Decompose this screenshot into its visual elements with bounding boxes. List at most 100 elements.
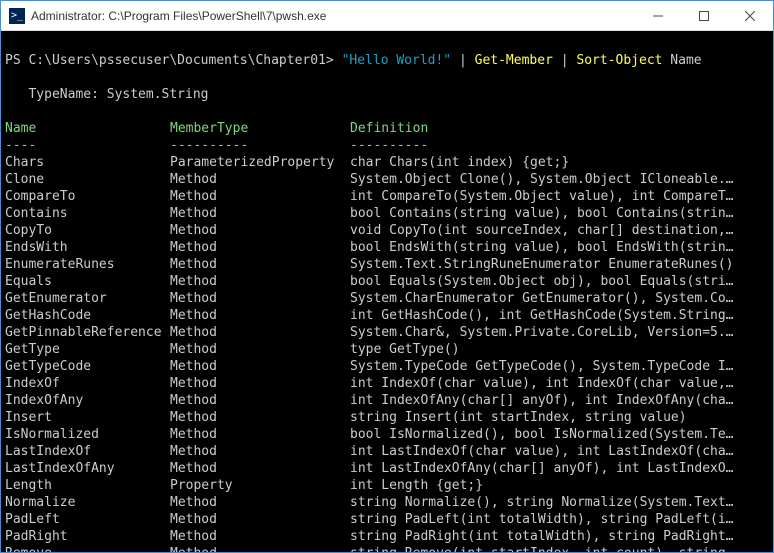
member-definition: string PadLeft(int totalWidth), string P… bbox=[350, 511, 770, 528]
member-type: Method bbox=[170, 341, 350, 358]
member-name: GetHashCode bbox=[5, 307, 170, 324]
divider-def: ---------- bbox=[350, 137, 770, 154]
member-type: Method bbox=[170, 205, 350, 222]
table-row: LastIndexOfMethodint LastIndexOf(char va… bbox=[5, 444, 770, 459]
member-name: LastIndexOf bbox=[5, 443, 170, 460]
minimize-button[interactable] bbox=[635, 1, 681, 30]
member-definition: System.CharEnumerator GetEnumerator(), S… bbox=[350, 290, 770, 307]
close-button[interactable] bbox=[727, 1, 773, 30]
member-name: CopyTo bbox=[5, 222, 170, 239]
prompt-line: PS C:\Users\pssecuser\Documents\Chapter0… bbox=[5, 53, 702, 68]
member-type: Method bbox=[170, 188, 350, 205]
member-definition: System.Text.StringRuneEnumerator Enumera… bbox=[350, 256, 770, 273]
table-row: ContainsMethodbool Contains(string value… bbox=[5, 206, 770, 221]
member-definition: string Normalize(), string Normalize(Sys… bbox=[350, 494, 770, 511]
blank-line bbox=[5, 70, 13, 85]
member-type: Method bbox=[170, 324, 350, 341]
table-row: GetTypeCodeMethodSystem.TypeCode GetType… bbox=[5, 359, 770, 374]
member-name: CompareTo bbox=[5, 188, 170, 205]
member-type: Method bbox=[170, 171, 350, 188]
table-row: IndexOfMethodint IndexOf(char value), in… bbox=[5, 376, 770, 391]
column-divider: ------------------------ bbox=[5, 138, 770, 153]
maximize-button[interactable] bbox=[681, 1, 727, 30]
member-name: IndexOf bbox=[5, 375, 170, 392]
table-row: GetHashCodeMethodint GetHashCode(), int … bbox=[5, 308, 770, 323]
member-name: LastIndexOfAny bbox=[5, 460, 170, 477]
member-type: Method bbox=[170, 256, 350, 273]
terminal-output[interactable]: PS C:\Users\pssecuser\Documents\Chapter0… bbox=[1, 31, 773, 552]
member-type: Method bbox=[170, 222, 350, 239]
table-row: LastIndexOfAnyMethodint LastIndexOfAny(c… bbox=[5, 461, 770, 476]
member-name: EnumerateRunes bbox=[5, 256, 170, 273]
member-definition: int IndexOfAny(char[] anyOf), int IndexO… bbox=[350, 392, 770, 409]
table-row: CharsParameterizedPropertychar Chars(int… bbox=[5, 155, 770, 170]
divider-type: ---------- bbox=[170, 137, 350, 154]
member-name: Chars bbox=[5, 154, 170, 171]
blank-line bbox=[5, 104, 13, 119]
member-definition: int CompareTo(System.Object value), int … bbox=[350, 188, 770, 205]
member-name: IsNormalized bbox=[5, 426, 170, 443]
member-type: Method bbox=[170, 426, 350, 443]
member-rows: CharsParameterizedPropertychar Chars(int… bbox=[5, 154, 769, 552]
member-name: Equals bbox=[5, 273, 170, 290]
member-type: Method bbox=[170, 290, 350, 307]
table-row: NormalizeMethodstring Normalize(), strin… bbox=[5, 495, 770, 510]
member-definition: bool Equals(System.Object obj), bool Equ… bbox=[350, 273, 770, 290]
table-row: CompareToMethodint CompareTo(System.Obje… bbox=[5, 189, 770, 204]
pipe: | bbox=[553, 53, 576, 68]
member-type: Property bbox=[170, 477, 350, 494]
column-headers: NameMemberTypeDefinition bbox=[5, 121, 770, 136]
header-name: Name bbox=[5, 120, 170, 137]
table-row: GetTypeMethodtype GetType() bbox=[5, 342, 770, 357]
member-type: Method bbox=[170, 494, 350, 511]
table-row: PadRightMethodstring PadRight(int totalW… bbox=[5, 529, 770, 544]
table-row: LengthPropertyint Length {get;} bbox=[5, 478, 770, 493]
member-name: Insert bbox=[5, 409, 170, 426]
member-name: Normalize bbox=[5, 494, 170, 511]
cmd-string-literal: "Hello World!" bbox=[342, 53, 452, 68]
table-row: EqualsMethodbool Equals(System.Object ob… bbox=[5, 274, 770, 289]
member-type: Method bbox=[170, 273, 350, 290]
member-type: Method bbox=[170, 358, 350, 375]
member-type: Method bbox=[170, 443, 350, 460]
member-type: Method bbox=[170, 307, 350, 324]
member-type: Method bbox=[170, 392, 350, 409]
table-row: IsNormalizedMethodbool IsNormalized(), b… bbox=[5, 427, 770, 442]
table-row: InsertMethodstring Insert(int startIndex… bbox=[5, 410, 770, 425]
member-name: GetPinnableReference bbox=[5, 324, 170, 341]
table-row: GetPinnableReferenceMethodSystem.Char&, … bbox=[5, 325, 770, 340]
cmd-sort-object: Sort-Object bbox=[576, 53, 662, 68]
member-name: PadRight bbox=[5, 528, 170, 545]
app-icon: >_ bbox=[9, 8, 25, 24]
pipe: | bbox=[451, 53, 474, 68]
member-definition: bool EndsWith(string value), bool EndsWi… bbox=[350, 239, 770, 256]
member-name: EndsWith bbox=[5, 239, 170, 256]
member-definition: char Chars(int index) {get;} bbox=[350, 154, 770, 171]
member-type: Method bbox=[170, 239, 350, 256]
member-definition: int GetHashCode(), int GetHashCode(Syste… bbox=[350, 307, 770, 324]
table-row: IndexOfAnyMethodint IndexOfAny(char[] an… bbox=[5, 393, 770, 408]
member-definition: int LastIndexOfAny(char[] anyOf), int La… bbox=[350, 460, 770, 477]
member-name: PadLeft bbox=[5, 511, 170, 528]
table-row: GetEnumeratorMethodSystem.CharEnumerator… bbox=[5, 291, 770, 306]
header-membertype: MemberType bbox=[170, 120, 350, 137]
member-definition: void CopyTo(int sourceIndex, char[] dest… bbox=[350, 222, 770, 239]
table-row: CloneMethodSystem.Object Clone(), System… bbox=[5, 172, 770, 187]
member-type: Method bbox=[170, 511, 350, 528]
member-definition: int LastIndexOf(char value), int LastInd… bbox=[350, 443, 770, 460]
table-row: RemoveMethodstring Remove(int startIndex… bbox=[5, 546, 770, 552]
member-name: GetEnumerator bbox=[5, 290, 170, 307]
member-definition: type GetType() bbox=[350, 341, 770, 358]
titlebar[interactable]: >_ Administrator: C:\Program Files\Power… bbox=[1, 1, 773, 31]
member-type: Method bbox=[170, 409, 350, 426]
member-name: GetType bbox=[5, 341, 170, 358]
table-row: EnumerateRunesMethodSystem.Text.StringRu… bbox=[5, 257, 770, 272]
member-name: GetTypeCode bbox=[5, 358, 170, 375]
member-definition: int Length {get;} bbox=[350, 477, 770, 494]
member-definition: int IndexOf(char value), int IndexOf(cha… bbox=[350, 375, 770, 392]
window-title: Administrator: C:\Program Files\PowerShe… bbox=[31, 9, 635, 23]
member-definition: string Remove(int startIndex, int count)… bbox=[350, 545, 770, 552]
table-row: PadLeftMethodstring PadLeft(int totalWid… bbox=[5, 512, 770, 527]
member-definition: string PadRight(int totalWidth), string … bbox=[350, 528, 770, 545]
member-definition: string Insert(int startIndex, string val… bbox=[350, 409, 770, 426]
